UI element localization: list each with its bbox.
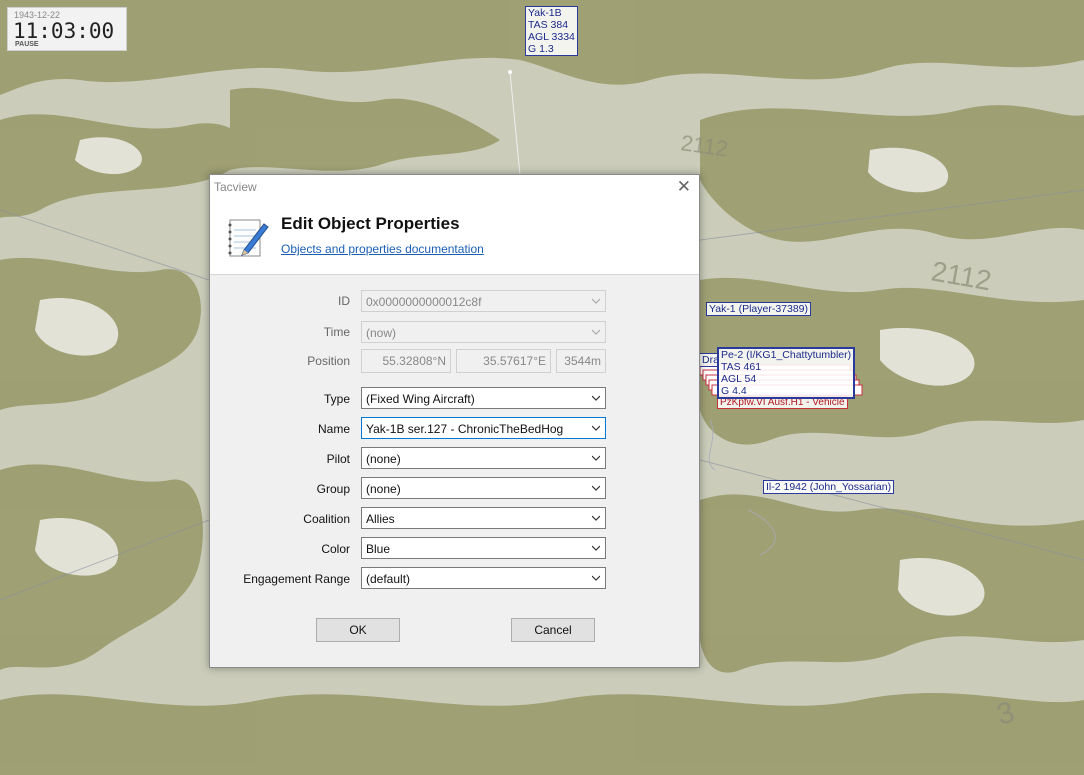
map-label-line: AGL 54 bbox=[721, 373, 757, 385]
notepad-pen-icon bbox=[228, 219, 269, 257]
engagement-range-value: (default) bbox=[366, 572, 411, 586]
dialog-heading: Edit Object Properties bbox=[281, 214, 460, 233]
clock-time: 11:03:00 bbox=[13, 19, 115, 43]
clock-widget: 1943-12-22 11:03:00 PAUSE bbox=[7, 7, 127, 51]
chevron-down-icon bbox=[592, 328, 600, 336]
cancel-button[interactable]: Cancel bbox=[511, 618, 595, 642]
dialog-header: Edit Object Properties Objects and prope… bbox=[210, 200, 699, 275]
close-icon[interactable]: ✕ bbox=[677, 177, 691, 197]
chevron-down-icon bbox=[592, 514, 600, 522]
map-label-line: G 1.3 bbox=[528, 43, 554, 55]
type-dropdown[interactable]: (Fixed Wing Aircraft) bbox=[361, 387, 606, 409]
altitude-field: 3544m bbox=[556, 349, 606, 373]
id-value: 0x0000000000012c8f bbox=[366, 295, 482, 309]
chevron-down-icon bbox=[592, 544, 600, 552]
type-label: Type bbox=[323, 392, 350, 406]
ok-button[interactable]: OK bbox=[316, 618, 400, 642]
chevron-down-icon bbox=[592, 297, 600, 305]
map-label-line: AGL 3334 bbox=[528, 31, 575, 43]
latitude-field: 55.32808°N bbox=[361, 349, 451, 373]
map-label-line: TAS 461 bbox=[721, 361, 762, 373]
pilot-value: (none) bbox=[366, 452, 401, 466]
color-label: Color bbox=[321, 542, 350, 556]
group-label: Group bbox=[316, 482, 350, 496]
name-value: Yak-1B ser.127 - ChronicTheBedHog bbox=[366, 422, 564, 436]
chevron-down-icon bbox=[592, 424, 600, 432]
map-label-yak1b[interactable]: Yak-1B TAS 384 AGL 3334 G 1.3 bbox=[525, 6, 578, 56]
time-combobox: (now) bbox=[361, 321, 606, 343]
window-title: Tacview bbox=[214, 180, 257, 194]
pilot-combobox[interactable]: (none) bbox=[361, 447, 606, 469]
time-value: (now) bbox=[366, 326, 397, 340]
edit-object-properties-dialog: Tacview ✕ Edit Object Properties Objects… bbox=[209, 174, 700, 668]
pilot-label: Pilot bbox=[326, 452, 350, 466]
map-label-line: Pe-2 (I/KG1_Chattytumbler) bbox=[721, 349, 852, 361]
group-combobox[interactable]: (none) bbox=[361, 477, 606, 499]
id-label: ID bbox=[338, 294, 350, 308]
longitude-field: 35.57617°E bbox=[456, 349, 551, 373]
map-label-pe2[interactable]: Pe-2 (I/KG1_Chattytumbler) TAS 461 AGL 5… bbox=[717, 347, 856, 399]
map-label-line: TAS 384 bbox=[528, 19, 569, 31]
latitude-value: 55.32808°N bbox=[382, 354, 446, 368]
color-value: Blue bbox=[366, 542, 391, 556]
time-label: Time bbox=[323, 325, 350, 339]
clock-state: PAUSE bbox=[15, 41, 39, 48]
chevron-down-icon bbox=[592, 484, 600, 492]
id-combobox: 0x0000000000012c8f bbox=[361, 290, 606, 312]
chevron-down-icon bbox=[592, 394, 600, 402]
altitude-value: 3544m bbox=[564, 354, 601, 368]
engagement-range-label: Engagement Range bbox=[243, 572, 350, 586]
longitude-value: 35.57617°E bbox=[483, 354, 546, 368]
documentation-link[interactable]: Objects and properties documentation bbox=[281, 242, 484, 256]
color-combobox[interactable]: Blue bbox=[361, 537, 606, 559]
title-bar[interactable]: Tacview ✕ bbox=[210, 175, 699, 200]
name-label: Name bbox=[317, 422, 350, 436]
engagement-range-combobox[interactable]: (default) bbox=[361, 567, 606, 589]
map-label-yak1-player[interactable]: Yak-1 (Player-37389) bbox=[706, 302, 812, 316]
type-value: (Fixed Wing Aircraft) bbox=[366, 392, 475, 406]
map-label-il2[interactable]: Il-2 1942 (John_Yossarian) bbox=[763, 480, 895, 494]
chevron-down-icon bbox=[592, 574, 600, 582]
map-label-line: G 4.4 bbox=[721, 385, 747, 397]
coalition-value: Allies bbox=[366, 512, 395, 526]
map-label-dra[interactable]: Dra bbox=[699, 353, 719, 367]
map-label-line: Yak-1B bbox=[528, 7, 562, 19]
coalition-combobox[interactable]: Allies bbox=[361, 507, 606, 529]
chevron-down-icon bbox=[592, 454, 600, 462]
coalition-label: Coalition bbox=[303, 512, 350, 526]
name-combobox[interactable]: Yak-1B ser.127 - ChronicTheBedHog bbox=[361, 417, 606, 439]
group-value: (none) bbox=[366, 482, 401, 496]
position-label: Position bbox=[307, 354, 350, 368]
